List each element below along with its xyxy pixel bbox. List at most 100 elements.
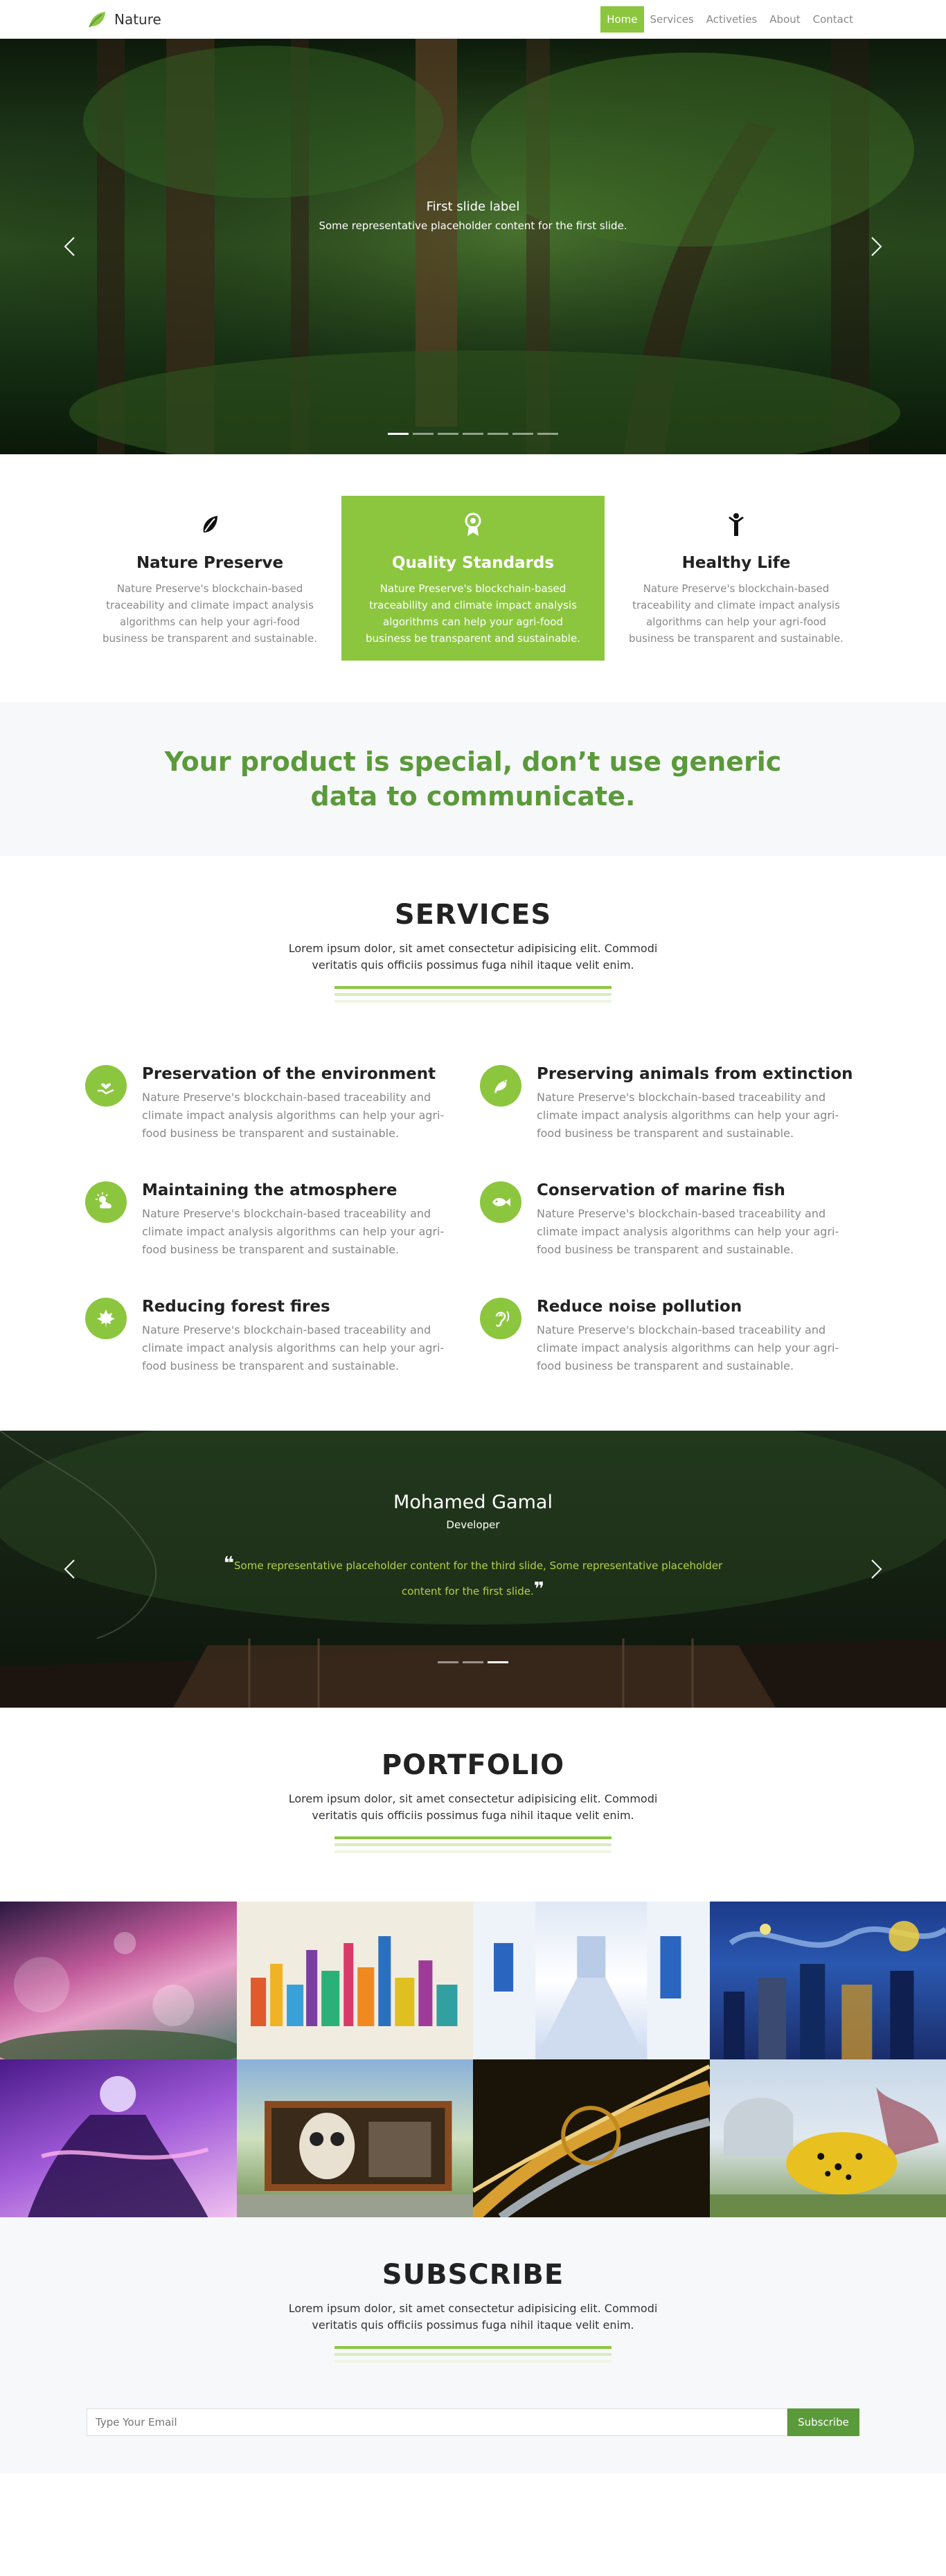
service-text: Nature Preserve's blockchain-based trace… <box>537 1091 839 1140</box>
subscribe-section: SUBSCRIBE Lorem ipsum dolor, sit amet co… <box>0 2217 946 2474</box>
carousel-indicator[interactable] <box>413 433 434 435</box>
tagline-banner: Your product is special, don’t use gener… <box>0 702 946 856</box>
hero-carousel: First slide label Some representative pl… <box>0 39 946 454</box>
hero-caption: First slide label Some representative pl… <box>0 199 946 232</box>
service-item: Conservation of marine fish Nature Prese… <box>473 1181 868 1259</box>
person-icon <box>729 513 744 536</box>
section-underline <box>334 1836 612 1853</box>
service-item: Preserving animals from extinction Natur… <box>473 1065 868 1143</box>
service-text: Nature Preserve's blockchain-based trace… <box>142 1323 445 1372</box>
testimonial-role: Developer <box>446 1519 500 1531</box>
services-title: SERVICES <box>394 899 552 931</box>
portfolio-title: PORTFOLIO <box>381 1749 565 1781</box>
testimonial-content: Mohamed Gamal Developer ❝Some representa… <box>0 1492 946 1603</box>
service-text: Nature Preserve's blockchain-based trace… <box>142 1207 445 1256</box>
carousel-indicator[interactable] <box>463 1661 483 1663</box>
hero-title: First slide label <box>426 199 520 214</box>
subscribe-header: SUBSCRIBE Lorem ipsum dolor, sit amet co… <box>0 2259 946 2363</box>
ear-icon <box>480 1298 521 1339</box>
service-item: Reduce noise pollution Nature Preserve's… <box>473 1298 868 1375</box>
sun-cloud-icon <box>85 1181 127 1223</box>
carousel-indicator[interactable] <box>488 433 508 435</box>
feature-title: Healthy Life <box>681 554 791 572</box>
testimonial-next-button[interactable] <box>863 1555 891 1583</box>
testimonial-carousel: Mohamed Gamal Developer ❝Some representa… <box>0 1431 946 1708</box>
services-grid: Preservation of the environment Nature P… <box>78 1065 868 1375</box>
maple-leaf-icon <box>85 1298 127 1339</box>
service-title: Reduce noise pollution <box>537 1298 742 1316</box>
portfolio-subtitle: Lorem ipsum dolor, sit amet consectetur … <box>288 1792 658 1822</box>
portfolio-image-astronaut[interactable] <box>0 2059 237 2217</box>
service-title: Preservation of the environment <box>142 1065 436 1083</box>
carousel-indicator[interactable] <box>463 433 483 435</box>
service-text: Nature Preserve's blockchain-based trace… <box>537 1323 839 1372</box>
quote-left-icon: ❝ <box>223 1553 235 1574</box>
portfolio-image-city-skyline[interactable] <box>236 1902 473 2059</box>
chevron-left-icon <box>64 237 75 256</box>
portfolio-image-pumpkin-sculpture[interactable] <box>709 2059 946 2217</box>
service-title: Preserving animals from extinction <box>537 1065 853 1083</box>
service-text: Nature Preserve's blockchain-based trace… <box>537 1207 839 1256</box>
service-title: Conservation of marine fish <box>537 1181 785 1199</box>
email-input[interactable] <box>87 2408 787 2436</box>
quote-right-icon: ❞ <box>533 1579 544 1600</box>
forest-background-image <box>0 39 946 454</box>
award-icon <box>465 512 481 536</box>
feature-title: Quality Standards <box>391 554 555 572</box>
brand-name: Nature <box>114 10 161 28</box>
hand-heart-icon <box>85 1065 127 1107</box>
subscribe-title: SUBSCRIBE <box>382 2259 564 2291</box>
features-section: Nature Preserve Nature Preserve's blockc… <box>0 454 946 702</box>
feature-text: Nature Preserve's blockchain-based trace… <box>102 582 317 645</box>
feature-nature-preserve: Nature Preserve Nature Preserve's blockc… <box>78 496 341 661</box>
portfolio-image-dreamy-bubbles[interactable] <box>0 1902 237 2059</box>
service-item: Maintaining the atmosphere Nature Preser… <box>78 1181 473 1259</box>
carousel-indicator[interactable] <box>537 433 558 435</box>
testimonial-name: Mohamed Gamal <box>393 1492 553 1513</box>
carousel-indicator[interactable] <box>438 433 458 435</box>
carousel-indicator[interactable] <box>388 433 409 435</box>
hero-indicators <box>0 433 946 435</box>
testimonial-quote-text: Some representative placeholder content … <box>234 1559 723 1598</box>
carousel-indicator[interactable] <box>512 433 533 435</box>
section-underline <box>334 986 612 1003</box>
service-title: Maintaining the atmosphere <box>142 1181 398 1199</box>
hero-next-button[interactable] <box>863 233 891 260</box>
feature-text: Nature Preserve's blockchain-based trace… <box>629 582 844 645</box>
nav-home[interactable]: Home <box>600 6 644 33</box>
service-text: Nature Preserve's blockchain-based trace… <box>142 1091 445 1140</box>
portfolio-image-skull-container[interactable] <box>236 2059 473 2217</box>
section-underline <box>334 2346 612 2363</box>
hero-prev-button[interactable] <box>55 233 83 260</box>
portfolio-image-golden-escalator[interactable] <box>473 2059 710 2217</box>
portfolio-section: PORTFOLIO Lorem ipsum dolor, sit amet co… <box>0 1708 946 1902</box>
brand[interactable]: Nature <box>87 9 161 30</box>
nav-links: Home Services Activeties About Contact <box>600 0 859 38</box>
leaf-icon <box>203 516 217 533</box>
navbar: Nature Home Services Activeties About Co… <box>0 0 946 39</box>
portfolio-image-white-alley[interactable] <box>473 1902 710 2059</box>
fish-icon <box>480 1181 521 1223</box>
subscribe-subtitle: Lorem ipsum dolor, sit amet consectetur … <box>288 2302 658 2332</box>
feature-title: Nature Preserve <box>136 554 284 572</box>
testimonial-quote: ❝Some representative placeholder content… <box>210 1552 736 1603</box>
nav-contact[interactable]: Contact <box>807 6 859 33</box>
portfolio-gallery <box>0 1902 946 2217</box>
service-item: Reducing forest fires Nature Preserve's … <box>78 1298 473 1375</box>
subscribe-button[interactable]: Subscribe <box>787 2408 859 2436</box>
chevron-right-icon <box>871 1559 882 1579</box>
carousel-indicator[interactable] <box>438 1661 458 1663</box>
chevron-right-icon <box>871 237 882 256</box>
nav-about[interactable]: About <box>763 6 806 33</box>
testimonial-indicators <box>0 1661 946 1663</box>
services-subtitle: Lorem ipsum dolor, sit amet consectetur … <box>288 942 658 972</box>
nav-services[interactable]: Services <box>644 6 700 33</box>
portfolio-header: PORTFOLIO Lorem ipsum dolor, sit amet co… <box>0 1749 946 1853</box>
carousel-indicator[interactable] <box>488 1661 508 1663</box>
nav-activeties[interactable]: Activeties <box>700 6 764 33</box>
banner-text: Your product is special, don’t use gener… <box>164 746 782 812</box>
feature-quality-standards: Quality Standards Nature Preserve's bloc… <box>341 496 605 661</box>
feature-text: Nature Preserve's blockchain-based trace… <box>366 582 580 645</box>
bird-icon <box>480 1065 521 1107</box>
portfolio-image-starry-city[interactable] <box>709 1902 946 2059</box>
